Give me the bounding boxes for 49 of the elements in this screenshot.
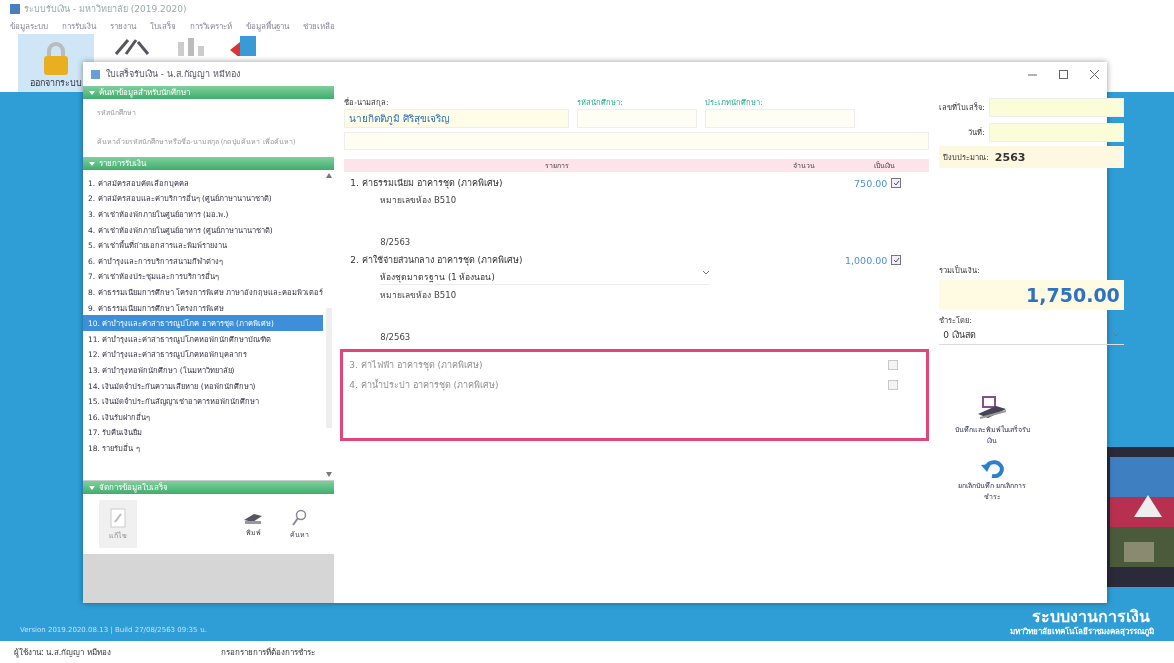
caret-icon [1111, 332, 1120, 338]
fiscal-year-value: 2563 [994, 150, 1026, 164]
user-status: ผู้ใช้งาน: น.ส.กัญญา หมีทอง [14, 646, 111, 659]
search-icon [291, 508, 308, 527]
menu-item[interactable]: การวิเคราะห์ [190, 19, 232, 33]
caret-icon [702, 270, 711, 276]
menu-item[interactable]: ข้อมูลระบบ [10, 19, 48, 33]
logo-subtitle: มหาวิทยาลัยเทคโนโลยีราชมงคลสุวรรณภูมิ [1010, 627, 1154, 637]
app-title: ระบบรับเงิน - มหาวิทยาลัย (2019.2020) [24, 3, 187, 16]
chevron-icon [89, 89, 95, 96]
pay-by-dropdown[interactable]: 0 เงินสด [939, 326, 1124, 345]
item-amount: 750.00 [854, 177, 888, 189]
maximize-icon[interactable] [1059, 69, 1068, 79]
padlock-icon [41, 42, 71, 76]
option-dropdown[interactable]: ห้องชุดมาตรฐาน (1 ห้องนอน) [380, 270, 711, 285]
item-detail: หมายเลขห้อง B510 [379, 194, 458, 207]
scroll-down-icon[interactable] [325, 472, 332, 477]
chevron-icon [89, 160, 95, 167]
item-period: 8/2563 [379, 332, 412, 342]
date-field[interactable] [988, 123, 1124, 142]
name-field[interactable]: นายกิตติภูมิ ศิริสุขเจริญ [344, 109, 570, 128]
item-amount: 1,000.00 [845, 254, 888, 266]
total-amount: 1,750.00 [939, 280, 1124, 310]
item-title: 1. ค่าธรรมเนียม อาคารชุด (ภาคพิเศษ) [350, 177, 504, 190]
status-hint: กรอกรายการที่ต้องการชำระ [220, 646, 315, 659]
item-detail: หมายเลขห้อง B510 [379, 289, 458, 302]
window-title: ใบเสร็จรับเงิน - น.ส.กัญญา หมีทอง [106, 67, 240, 81]
item-period: 8/2563 [379, 237, 412, 247]
menu-item[interactable]: ช่วยเหลือ [303, 19, 335, 33]
exit-icon[interactable] [228, 34, 258, 56]
app-icon [10, 4, 20, 14]
item-title: 3. ค่าไฟฟ้า อาคารชุด (ภาคพิเศษ) [349, 359, 484, 372]
logout-button[interactable]: ออกจากระบบ [18, 34, 94, 92]
item-checkbox[interactable] [891, 255, 902, 265]
item-checkbox[interactable] [891, 178, 902, 188]
menu-item[interactable]: รายงาน [110, 19, 136, 33]
scroll-up-icon[interactable] [325, 173, 332, 178]
menu-item[interactable]: ใบเสร็จ [150, 19, 176, 33]
menu-item[interactable]: ข้อมูลพื้นฐาน [246, 19, 289, 33]
menu-item[interactable]: การรับเงิน [62, 19, 96, 33]
item-title: 2. ค่าใช้จ่ายส่วนกลาง อาคารชุด (ภาคพิเศษ) [350, 254, 524, 267]
receipt-no-field[interactable] [988, 98, 1124, 117]
close-icon[interactable] [1090, 69, 1099, 79]
logo-title: ระบบงานการเงิน [1032, 607, 1151, 626]
item-title: 4. ค่าน้ำประปา อาคารชุด (ภาคพิเศษ) [349, 378, 500, 392]
pencil-icon [110, 507, 126, 528]
chevron-icon [89, 484, 95, 491]
window-icon [91, 69, 100, 79]
undo-icon [980, 458, 1005, 478]
